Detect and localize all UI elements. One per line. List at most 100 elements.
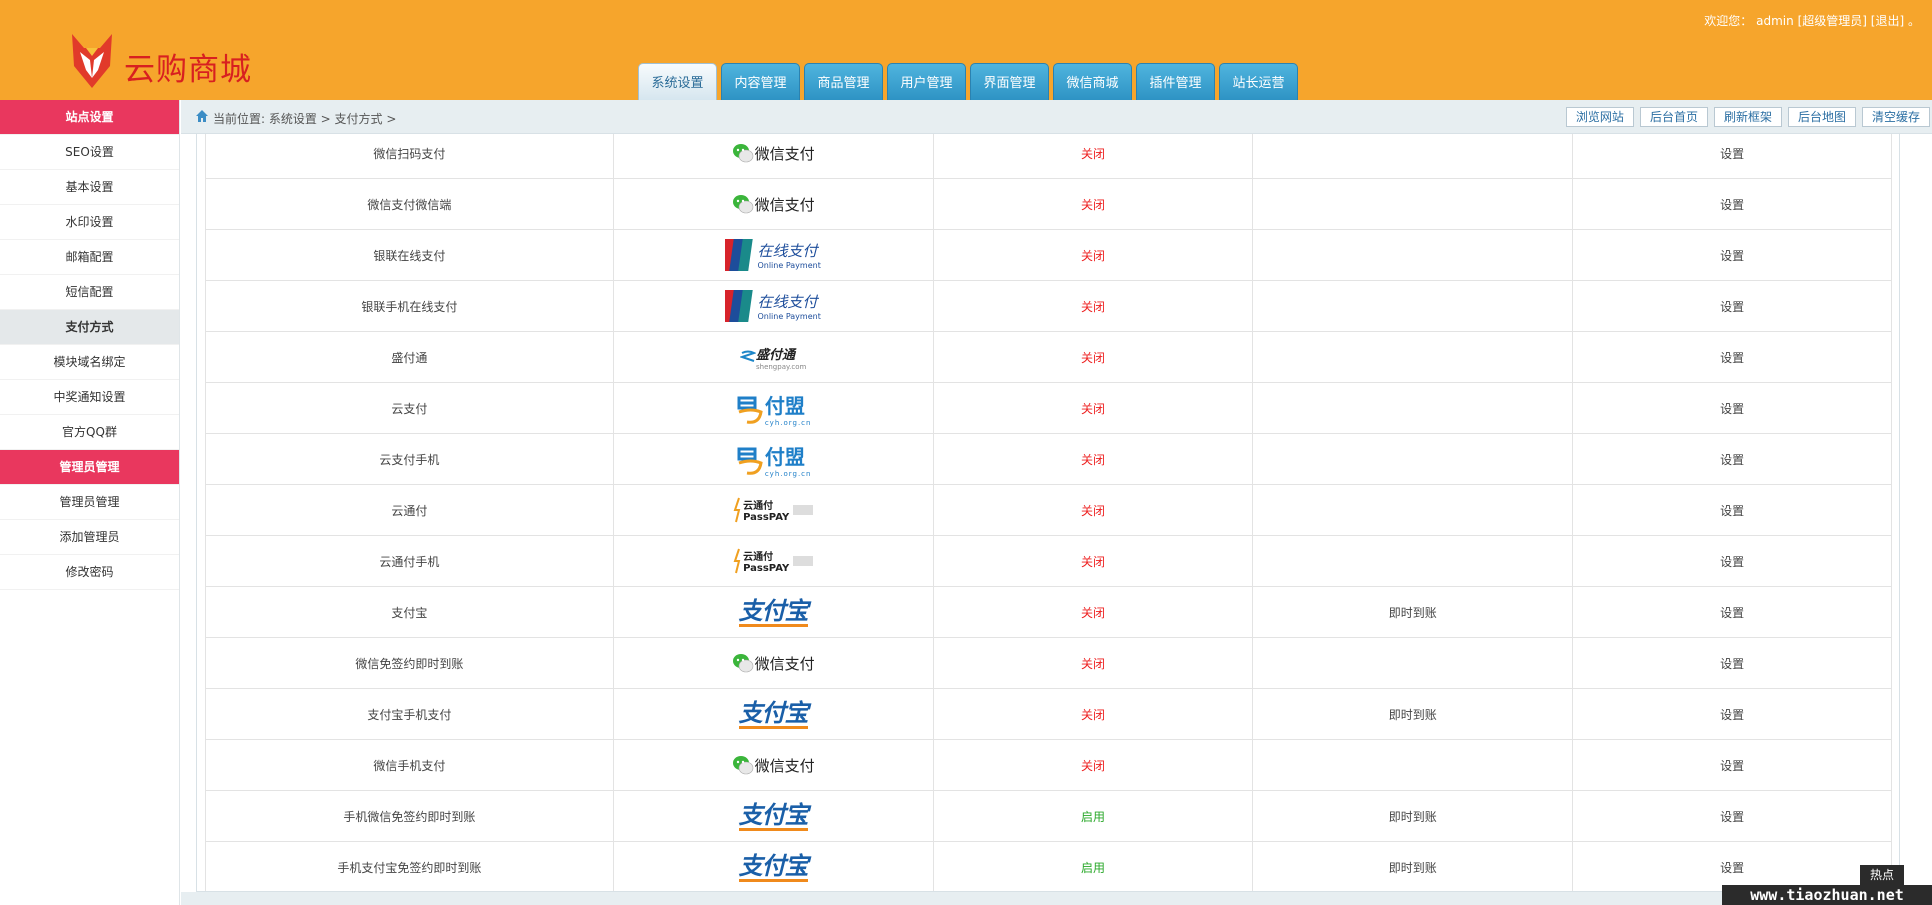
home-icon — [196, 110, 208, 122]
sidebar-item-qq-group[interactable]: 官方QQ群 — [0, 415, 179, 450]
logout-link[interactable]: [退出] — [1871, 14, 1904, 28]
alipay-logo: 支付宝 — [738, 796, 809, 836]
payment-name: 云通付 — [205, 484, 614, 536]
status-toggle[interactable]: 关闭 — [932, 484, 1254, 536]
sidebar: 站点设置 SEO设置 基本设置 水印设置 邮箱配置 短信配置 支付方式 模块域名… — [0, 100, 180, 905]
logo-text: 支付宝 — [738, 596, 809, 627]
sidebar-item-basic[interactable]: 基本设置 — [0, 170, 179, 205]
wechat-icon — [732, 144, 753, 163]
status-toggle[interactable]: 关闭 — [932, 331, 1254, 383]
status-toggle[interactable]: 关闭 — [932, 229, 1254, 281]
status-toggle[interactable]: 关闭 — [932, 382, 1254, 434]
settings-link[interactable]: 设置 — [1572, 739, 1892, 791]
settings-link[interactable]: 设置 — [1572, 484, 1892, 536]
table-row: 手机微信免签约即时到账 支付宝 启用 即时到账 设置 — [205, 790, 1892, 842]
settings-link[interactable]: 设置 — [1572, 331, 1892, 383]
logo-subtext: cyh.org.cn — [764, 469, 812, 478]
status-toggle[interactable]: 关闭 — [932, 535, 1254, 587]
sidebar-group-site-settings[interactable]: 站点设置 — [0, 100, 179, 135]
table-row: 微信免签约即时到账 微信支付 关闭 设置 — [205, 637, 1892, 689]
payment-name: 微信扫码支付 — [205, 134, 614, 179]
payment-table-frame[interactable]: 微信扫码支付 微信支付 关闭 设置 微信支付微信端 微信支付 关闭 设置 银联在线支付 在线支付 O… — [196, 134, 1900, 892]
alipay-logo: 支付宝 — [738, 847, 809, 887]
sidebar-group-admin[interactable]: 管理员管理 — [0, 450, 179, 485]
wechat-icon — [732, 195, 753, 214]
status-toggle[interactable]: 关闭 — [932, 280, 1254, 332]
yifumeng-logo: 付盟 cyh.org.cn — [735, 439, 812, 479]
payment-logo-cell: 微信支付 — [612, 178, 934, 230]
settings-link[interactable]: 设置 — [1572, 586, 1892, 638]
sidebar-item-change-password[interactable]: 修改密码 — [0, 555, 179, 590]
alipay-logo: 支付宝 — [738, 694, 809, 734]
main-nav-tabs: 系统设置 内容管理 商品管理 用户管理 界面管理 微信商城 插件管理 站长运营 — [638, 63, 1298, 100]
tab-operations[interactable]: 站长运营 — [1219, 63, 1298, 100]
tab-wechat-mall[interactable]: 微信商城 — [1053, 63, 1132, 100]
shengpay-logo: 盛付通 shengpay.com — [739, 337, 806, 377]
refresh-frame-button[interactable]: 刷新框架 — [1713, 107, 1782, 127]
sidebar-item-seo[interactable]: SEO设置 — [0, 135, 179, 170]
clear-cache-button[interactable]: 清空缓存 — [1861, 107, 1930, 127]
sidebar-item-watermark[interactable]: 水印设置 — [0, 205, 179, 240]
payment-note — [1252, 178, 1574, 230]
tab-content[interactable]: 内容管理 — [721, 63, 800, 100]
sidebar-item-payment[interactable]: 支付方式 — [0, 310, 179, 345]
sidebar-item-sms[interactable]: 短信配置 — [0, 275, 179, 310]
welcome-area: 欢迎您： admin [超级管理员] [退出] 。 — [1704, 12, 1920, 29]
payment-note — [1252, 484, 1574, 536]
status-toggle[interactable]: 关闭 — [932, 739, 1254, 791]
sidebar-item-prize-notify[interactable]: 中奖通知设置 — [0, 380, 179, 415]
browse-site-button[interactable]: 浏览网站 — [1565, 107, 1634, 127]
settings-link[interactable]: 设置 — [1572, 178, 1892, 230]
passpay-mark — [793, 505, 814, 515]
payment-note — [1252, 433, 1574, 485]
settings-link[interactable]: 设置 — [1572, 790, 1892, 842]
status-toggle[interactable]: 关闭 — [932, 637, 1254, 689]
settings-link[interactable]: 设置 — [1572, 229, 1892, 281]
settings-link[interactable]: 设置 — [1572, 637, 1892, 689]
status-toggle[interactable]: 关闭 — [932, 688, 1254, 740]
logo-text: 支付宝 — [738, 698, 809, 729]
passpay-mark — [793, 556, 814, 566]
table-row: 盛付通 盛付通 shengpay.com 关闭 设置 — [205, 331, 1892, 383]
settings-link[interactable]: 设置 — [1572, 280, 1892, 332]
payment-note: 即时到账 — [1252, 841, 1574, 891]
status-toggle[interactable]: 关闭 — [932, 134, 1254, 179]
role-label: [超级管理员] — [1797, 14, 1867, 28]
logo-text: 微信支付 — [754, 195, 815, 214]
sidebar-item-domain-binding[interactable]: 模块域名绑定 — [0, 345, 179, 380]
payment-note — [1252, 331, 1574, 383]
wechat-icon — [732, 654, 753, 673]
status-toggle[interactable]: 启用 — [932, 790, 1254, 842]
settings-link[interactable]: 设置 — [1572, 433, 1892, 485]
admin-map-button[interactable]: 后台地图 — [1787, 107, 1856, 127]
username-link[interactable]: admin — [1756, 14, 1794, 28]
status-toggle[interactable]: 关闭 — [932, 586, 1254, 638]
passpay-icon — [733, 497, 741, 523]
admin-home-button[interactable]: 后台首页 — [1639, 107, 1708, 127]
settings-link[interactable]: 设置 — [1572, 688, 1892, 740]
status-toggle[interactable]: 关闭 — [932, 433, 1254, 485]
tab-plugins[interactable]: 插件管理 — [1136, 63, 1215, 100]
payment-logo-cell: 微信支付 — [612, 739, 934, 791]
table-row: 云支付手机 付盟 cyh.org.cn 关闭 设置 — [205, 433, 1892, 485]
status-toggle[interactable]: 启用 — [932, 841, 1254, 891]
sidebar-item-add-admin[interactable]: 添加管理员 — [0, 520, 179, 555]
tab-interface[interactable]: 界面管理 — [970, 63, 1049, 100]
status-toggle[interactable]: 关闭 — [932, 178, 1254, 230]
table-row: 微信扫码支付 微信支付 关闭 设置 — [205, 134, 1892, 179]
settings-link[interactable]: 设置 — [1572, 535, 1892, 587]
payment-logo-cell: 支付宝 — [612, 688, 934, 740]
logo-text: 云通付 — [743, 501, 774, 512]
settings-link[interactable]: 设置 — [1572, 382, 1892, 434]
sidebar-item-admin-manage[interactable]: 管理员管理 — [0, 485, 179, 520]
sidebar-item-email[interactable]: 邮箱配置 — [0, 240, 179, 275]
payment-logo-cell: 在线支付 Online Payment — [612, 280, 934, 332]
tab-products[interactable]: 商品管理 — [804, 63, 883, 100]
passpay-logo: 云通付 PassPAY — [733, 490, 814, 530]
yifumeng-icon — [737, 447, 763, 475]
settings-link[interactable]: 设置 — [1572, 134, 1892, 179]
logo-text: 盛付通 — [755, 347, 795, 363]
tab-system-settings[interactable]: 系统设置 — [638, 63, 717, 100]
tab-users[interactable]: 用户管理 — [887, 63, 966, 100]
breadcrumb-bar: 当前位置: 系统设置 > 支付方式 > 浏览网站 后台首页 刷新框架 后台地图 … — [181, 100, 1932, 134]
